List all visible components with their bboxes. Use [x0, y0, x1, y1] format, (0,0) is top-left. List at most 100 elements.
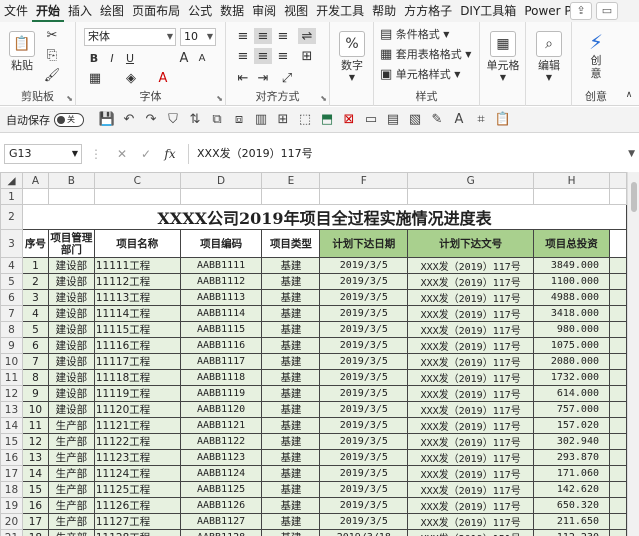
tab-0[interactable]: 文件	[0, 0, 32, 22]
row-header[interactable]: 16	[0, 449, 23, 466]
cell-f[interactable]: 2019/3/5	[319, 497, 409, 514]
column-title-5[interactable]: 计划下达日期	[319, 229, 409, 258]
cell[interactable]	[21, 188, 49, 205]
cell-c[interactable]: 11117工程	[93, 353, 181, 370]
cell-c[interactable]: 11115工程	[93, 321, 181, 338]
cell-g[interactable]: XXX发（2019）117号	[407, 417, 535, 434]
column-header[interactable]: E	[261, 172, 321, 189]
cell[interactable]	[47, 188, 95, 205]
crop-icon[interactable]: ⌗	[470, 112, 492, 127]
cell-d[interactable]: AABB1123	[179, 449, 263, 466]
italic-button[interactable]: I	[104, 50, 120, 66]
cell-c[interactable]: 11114工程	[93, 305, 181, 322]
row-header[interactable]: 4	[0, 257, 23, 274]
cell-overflow[interactable]	[609, 273, 627, 290]
row-header[interactable]: 20	[0, 513, 23, 530]
cell-g[interactable]: XXX发（2019）117号	[407, 273, 535, 290]
cell-f[interactable]: 2019/3/5	[319, 257, 409, 274]
orientation-icon[interactable]: ⤢	[278, 70, 296, 86]
cell-f[interactable]: 2019/3/5	[319, 449, 409, 466]
cells-button[interactable]: ▦ 单元格 ▼	[484, 28, 522, 84]
comment-icon[interactable]: ▭	[596, 2, 618, 20]
cell-h[interactable]: 211.650	[533, 513, 610, 530]
create-button[interactable]: ⚡ 创 意	[578, 26, 614, 84]
cell-b[interactable]: 生产部	[47, 449, 95, 466]
cell-h[interactable]: 302.940	[533, 433, 610, 450]
cell-b[interactable]: 生产部	[47, 513, 95, 530]
cell-e[interactable]: 基建	[261, 497, 321, 514]
filter-icon[interactable]: ⛉	[162, 112, 184, 127]
cell-g[interactable]: XXX发（2019）151号	[407, 529, 535, 536]
cell-d[interactable]: AABB1128	[179, 529, 263, 536]
insert-function-button[interactable]: fx	[158, 147, 182, 161]
cell-d[interactable]: AABB1121	[179, 417, 263, 434]
freeze-icon[interactable]: ▥	[250, 112, 272, 127]
row-header[interactable]: 17	[0, 465, 23, 482]
cell-e[interactable]: 基建	[261, 385, 321, 402]
cell-f[interactable]: 2019/3/5	[319, 321, 409, 338]
cell-e[interactable]: 基建	[261, 273, 321, 290]
tab-7[interactable]: 审阅	[248, 0, 280, 22]
font-name-select[interactable]: 宋体 ▼	[84, 28, 176, 46]
cell[interactable]	[319, 188, 409, 205]
cell-overflow[interactable]	[609, 229, 627, 258]
column-header[interactable]: F	[319, 172, 409, 189]
column-header[interactable]: G	[407, 172, 535, 189]
border-icon[interactable]: ▦	[86, 70, 104, 86]
redo-icon[interactable]: ↷	[140, 112, 162, 127]
cell-c[interactable]: 11128工程	[93, 529, 181, 536]
align-top-icon[interactable]: ≡	[234, 28, 252, 44]
cell-f[interactable]: 2019/3/5	[319, 401, 409, 418]
cell-overflow[interactable]	[609, 337, 627, 354]
formula-input[interactable]: XXX发（2019）117号	[188, 144, 628, 164]
cell-a[interactable]: 3	[21, 289, 49, 306]
cell-f[interactable]: 2019/3/5	[319, 369, 409, 386]
cell-e[interactable]: 基建	[261, 321, 321, 338]
cell-h[interactable]: 1075.000	[533, 337, 610, 354]
undo-icon[interactable]: ↶	[118, 112, 140, 127]
cell-c[interactable]: 11127工程	[93, 513, 181, 530]
cell-a[interactable]: 13	[21, 449, 49, 466]
cell-e[interactable]: 基建	[261, 513, 321, 530]
cell-d[interactable]: AABB1125	[179, 481, 263, 498]
cell-b[interactable]: 建设部	[47, 257, 95, 274]
highlight-icon[interactable]: ✎	[426, 112, 448, 127]
align-center-icon[interactable]: ≡	[254, 48, 272, 64]
column-title-4[interactable]: 项目类型	[261, 229, 321, 258]
cell-d[interactable]: AABB1118	[179, 369, 263, 386]
row-header[interactable]: 13	[0, 401, 23, 418]
cell-g[interactable]: XXX发（2019）117号	[407, 481, 535, 498]
wrap-text-icon[interactable]: ⇌	[298, 28, 316, 44]
cell-h[interactable]: 650.320	[533, 497, 610, 514]
cell-h[interactable]: 157.020	[533, 417, 610, 434]
cell-d[interactable]: AABB1124	[179, 465, 263, 482]
dialog-launcher-icon[interactable]: ⬊	[66, 94, 73, 103]
cell-h[interactable]: 4988.000	[533, 289, 610, 306]
column-header[interactable]: D	[179, 172, 263, 189]
cell-a[interactable]: 16	[21, 497, 49, 514]
cell-d[interactable]: AABB1114	[179, 305, 263, 322]
cell-a[interactable]: 1	[21, 257, 49, 274]
cell-overflow[interactable]	[609, 433, 627, 450]
cell-overflow[interactable]	[609, 257, 627, 274]
indent-decrease-icon[interactable]: ⇤	[234, 70, 252, 86]
cell-h[interactable]: 2080.000	[533, 353, 610, 370]
cell-e[interactable]: 基建	[261, 353, 321, 370]
cell-b[interactable]: 生产部	[47, 529, 95, 536]
row-header[interactable]: 5	[0, 273, 23, 290]
cell-overflow[interactable]	[609, 497, 627, 514]
tab-13[interactable]: Power P	[520, 0, 575, 22]
cell-c[interactable]: 11122工程	[93, 433, 181, 450]
paste-qat-icon[interactable]: 📋	[492, 112, 514, 127]
align-right-icon[interactable]: ≡	[274, 48, 292, 64]
cell-e[interactable]: 基建	[261, 433, 321, 450]
cell-g[interactable]: XXX发（2019）117号	[407, 353, 535, 370]
merge-cells-icon[interactable]: ⊞	[272, 112, 294, 127]
cell-c[interactable]: 11123工程	[93, 449, 181, 466]
cell-a[interactable]: 5	[21, 321, 49, 338]
cell-g[interactable]: XXX发（2019）117号	[407, 465, 535, 482]
cell-e[interactable]: 基建	[261, 369, 321, 386]
row-header[interactable]: 14	[0, 417, 23, 434]
fill-color-icon[interactable]: ◈	[122, 70, 140, 86]
tab-4[interactable]: 页面布局	[128, 0, 184, 22]
